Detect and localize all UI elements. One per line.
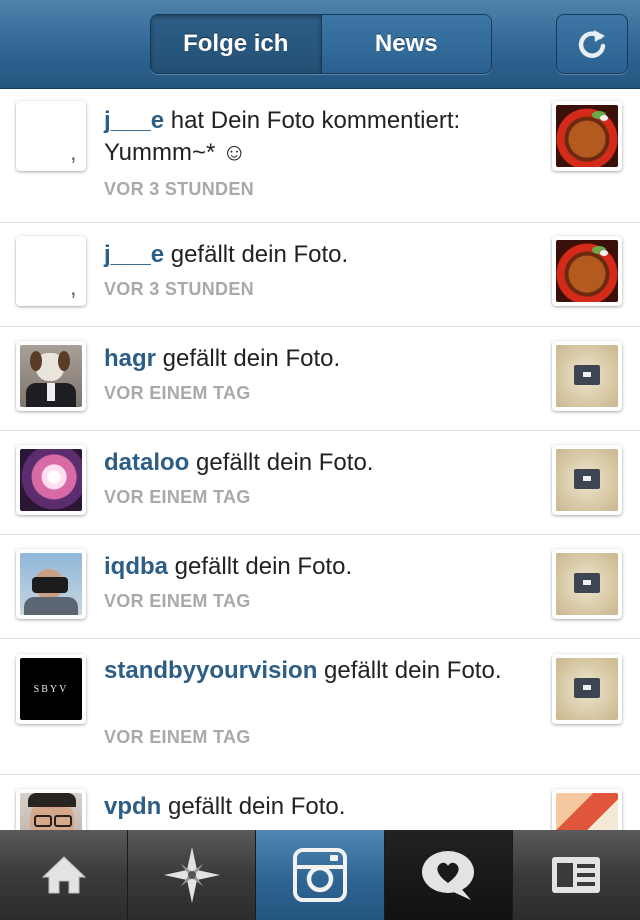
feed-toggle: Folge ich News [150, 14, 492, 74]
list-item[interactable]: , j___e hat Dein Foto kommentiert: Yummm… [0, 89, 640, 223]
username-link[interactable]: iqdba [104, 553, 168, 580]
heart-bubble-icon [422, 851, 475, 900]
tab-home[interactable] [0, 830, 129, 920]
username-link[interactable]: j___e [104, 241, 164, 268]
username-link[interactable]: dataloo [104, 449, 189, 476]
activity-text: iqdba gefällt dein Foto. [104, 553, 353, 580]
tab-profile[interactable] [512, 830, 640, 920]
list-item[interactable]: vpdn gefällt dein Foto. [0, 775, 640, 830]
timestamp: VOR EINEM TAG [104, 591, 251, 611]
home-icon [41, 856, 86, 894]
tab-explore[interactable] [128, 830, 257, 920]
activity-text: vpdn gefällt dein Foto. [104, 793, 346, 820]
profile-card-icon [552, 857, 601, 893]
refresh-button[interactable] [556, 14, 628, 74]
tab-news[interactable]: News [321, 15, 491, 73]
photo-thumbnail[interactable] [552, 445, 622, 515]
photo-thumbnail[interactable] [552, 341, 622, 411]
avatar[interactable]: SBYV [16, 654, 86, 724]
camera-icon [293, 848, 347, 902]
photo-thumbnail[interactable] [552, 789, 622, 830]
list-item[interactable]: iqdba gefällt dein Foto. VOR EINEM TAG [0, 535, 640, 639]
activity-text: j___e hat Dein Foto kommentiert: Yummm~*… [104, 107, 461, 166]
timestamp: VOR EINEM TAG [104, 727, 251, 747]
username-link[interactable]: vpdn [104, 793, 161, 820]
username-link[interactable]: hagr [104, 345, 156, 372]
list-item[interactable]: hagr gefällt dein Foto. VOR EINEM TAG [0, 327, 640, 431]
avatar[interactable] [16, 789, 86, 830]
avatar[interactable] [16, 445, 86, 515]
list-item[interactable]: , j___e gefällt dein Foto. VOR 3 STUNDEN [0, 223, 640, 327]
activity-text: dataloo gefällt dein Foto. [104, 449, 374, 476]
tab-following[interactable]: Folge ich [151, 15, 322, 73]
username-link[interactable]: j___e [104, 107, 164, 134]
photo-thumbnail[interactable] [552, 236, 622, 306]
activity-text: standbyyourvision gefällt dein Foto. [104, 657, 502, 684]
activity-text: hagr gefällt dein Foto. [104, 345, 341, 372]
tab-activity[interactable] [384, 830, 513, 920]
bottom-tab-bar [0, 830, 640, 920]
avatar[interactable] [16, 341, 86, 411]
timestamp: VOR 3 STUNDEN [104, 179, 254, 199]
list-item[interactable]: dataloo gefällt dein Foto. VOR EINEM TAG [0, 431, 640, 535]
photo-thumbnail[interactable] [552, 549, 622, 619]
photo-thumbnail[interactable] [552, 654, 622, 724]
compass-star-icon [163, 847, 220, 903]
tab-camera[interactable] [256, 830, 385, 920]
refresh-icon [578, 30, 606, 58]
activity-feed: , j___e hat Dein Foto kommentiert: Yummm… [0, 89, 640, 830]
activity-text: j___e gefällt dein Foto. [104, 241, 349, 268]
top-nav-bar: Folge ich News [0, 0, 640, 89]
avatar[interactable]: , [16, 101, 86, 171]
username-link[interactable]: standbyyourvision [104, 657, 317, 684]
timestamp: VOR 3 STUNDEN [104, 279, 254, 299]
photo-thumbnail[interactable] [552, 101, 622, 171]
timestamp: VOR EINEM TAG [104, 487, 251, 507]
timestamp: VOR EINEM TAG [104, 383, 251, 403]
list-item[interactable]: SBYV standbyyourvision gefällt dein Foto… [0, 639, 640, 775]
sbyv-logo: SBYV [33, 683, 69, 695]
avatar[interactable]: , [16, 236, 86, 306]
avatar[interactable] [16, 549, 86, 619]
